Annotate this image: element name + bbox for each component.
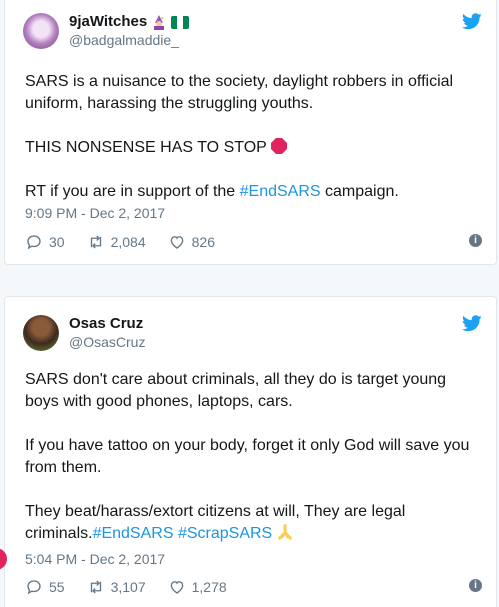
- tweet-actions: 55 3,107 1,278 i: [25, 578, 482, 596]
- reply-icon: [27, 235, 41, 250]
- screenshot-page: 9jaWitches @badgalmaddie_ SARS is a nuis…: [0, 0, 499, 607]
- like-count: 1,278: [191, 579, 227, 595]
- display-name[interactable]: Osas Cruz: [69, 315, 143, 333]
- reply-icon: [27, 580, 41, 595]
- tweet-text: SARS don't care about criminals, all the…: [25, 369, 482, 545]
- twitter-bird-icon[interactable]: [462, 13, 482, 30]
- retweet-button[interactable]: 3,107: [87, 578, 146, 596]
- retweet-count: 2,084: [110, 234, 146, 250]
- avatar[interactable]: [23, 315, 59, 351]
- tweet-line: RT if you are in support of the #EndSARS…: [25, 183, 399, 200]
- tweet-header: Osas Cruz @OsasCruz: [23, 315, 145, 351]
- tweet-line: SARS don't care about criminals, all the…: [25, 371, 447, 410]
- praying-hands-emoji-icon: [278, 524, 293, 540]
- info-icon[interactable]: i: [469, 234, 482, 247]
- user-handle[interactable]: @OsasCruz: [69, 333, 145, 351]
- like-button[interactable]: 826: [168, 233, 215, 251]
- tweet-card[interactable]: Osas Cruz @OsasCruz SARS don't care abou…: [4, 296, 497, 607]
- hashtag-link[interactable]: #EndSARS: [93, 525, 174, 542]
- stop-sign-emoji-icon: [270, 138, 287, 154]
- like-count: 826: [191, 234, 215, 250]
- retweet-icon: [90, 580, 101, 594]
- reply-button[interactable]: 55: [25, 578, 65, 596]
- hashtag-link[interactable]: #EndSARS: [240, 183, 321, 200]
- tweet-line: If you have tattoo on your body, forget …: [25, 437, 470, 476]
- heart-icon: [170, 236, 183, 249]
- retweet-count: 3,107: [110, 579, 146, 595]
- twitter-bird-icon[interactable]: [462, 315, 482, 332]
- tweet-timestamp[interactable]: 9:09 PM - Dec 2, 2017: [25, 205, 165, 221]
- tweet-actions: 30 2,084 826 i: [25, 233, 482, 251]
- like-button[interactable]: 1,278: [168, 578, 227, 596]
- info-icon[interactable]: i: [469, 579, 482, 592]
- tweet-text: SARS is a nuisance to the society, dayli…: [25, 71, 482, 203]
- reply-button[interactable]: 30: [25, 233, 65, 251]
- avatar[interactable]: [23, 13, 59, 49]
- display-name-row[interactable]: Osas Cruz: [69, 315, 145, 333]
- reply-count: 55: [49, 579, 65, 595]
- wizard-emoji-icon: [154, 15, 165, 30]
- nigeria-flag-icon: [171, 15, 190, 29]
- tweet-line: SARS is a nuisance to the society, dayli…: [25, 73, 454, 112]
- retweet-button[interactable]: 2,084: [87, 233, 146, 251]
- tweet-card[interactable]: 9jaWitches @badgalmaddie_ SARS is a nuis…: [4, 0, 497, 265]
- heart-icon: [170, 581, 183, 594]
- user-handle[interactable]: @badgalmaddie_: [69, 31, 189, 49]
- tweet-timestamp[interactable]: 5:04 PM - Dec 2, 2017: [25, 551, 165, 567]
- display-name-row[interactable]: 9jaWitches: [69, 13, 190, 31]
- tweet-header: 9jaWitches @badgalmaddie_: [23, 13, 190, 49]
- tweet-line: They beat/harass/extort citizens at will…: [25, 503, 406, 542]
- reply-count: 30: [49, 234, 65, 250]
- hashtag-link[interactable]: #ScrapSARS: [178, 525, 272, 542]
- retweet-icon: [90, 235, 101, 249]
- tweet-line: THIS NONSENSE HAS TO STOP: [25, 137, 482, 159]
- display-name[interactable]: 9jaWitches: [69, 13, 147, 31]
